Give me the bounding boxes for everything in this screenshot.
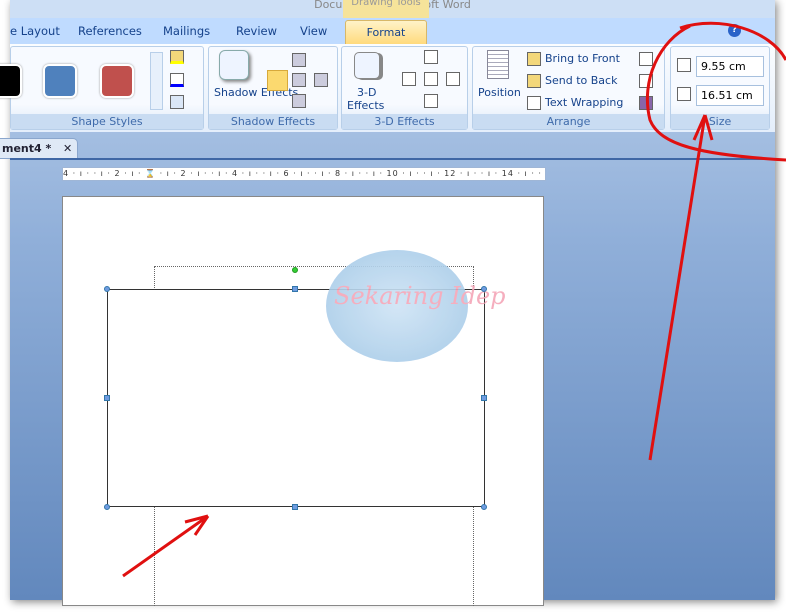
red-annotations (122, 21, 786, 578)
annotation-circle (645, 21, 786, 162)
annotation-arrow-textbox (122, 514, 210, 578)
annotation-arrow-up (648, 114, 714, 461)
